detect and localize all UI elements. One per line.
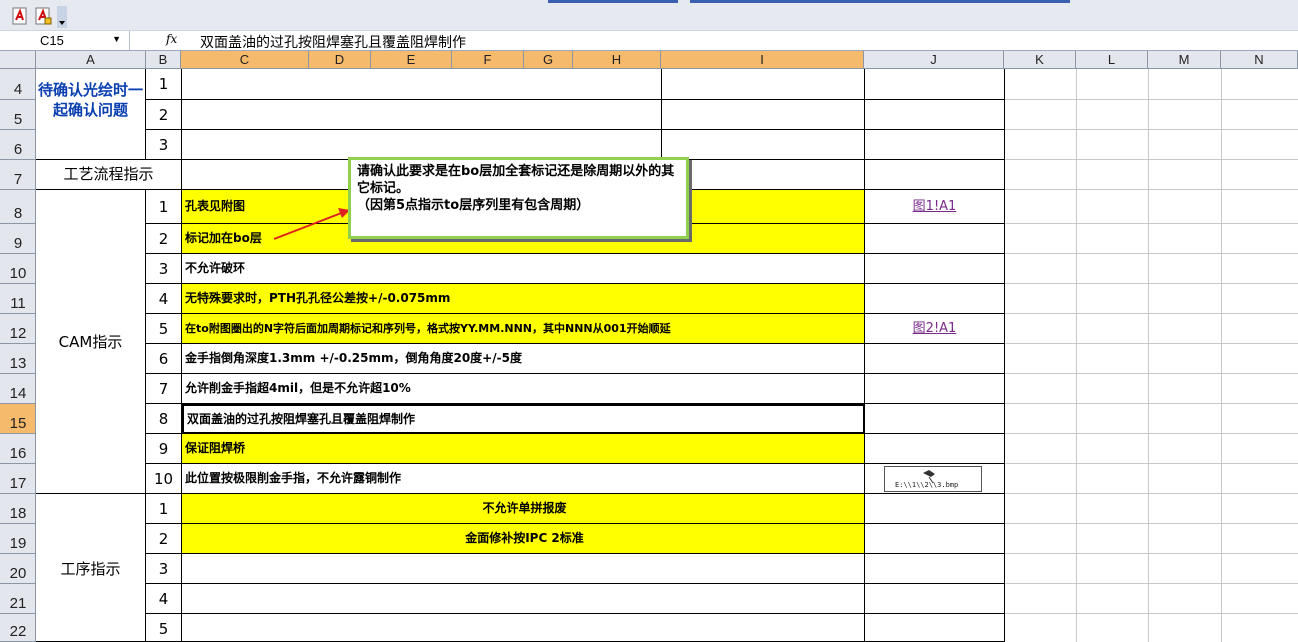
comment-box[interactable]: 请确认此要求是在bo层加全套标记还是除周期以外的其它标记。 （因第5点指示to层… (348, 157, 689, 239)
comment-line-1: 请确认此要求是在bo层加全套标记还是除周期以外的其它标记。 (357, 164, 675, 196)
comment-arrow-icon (273, 208, 350, 240)
comment-line-2: （因第5点指示to层序列里有包含周期） (357, 198, 590, 213)
